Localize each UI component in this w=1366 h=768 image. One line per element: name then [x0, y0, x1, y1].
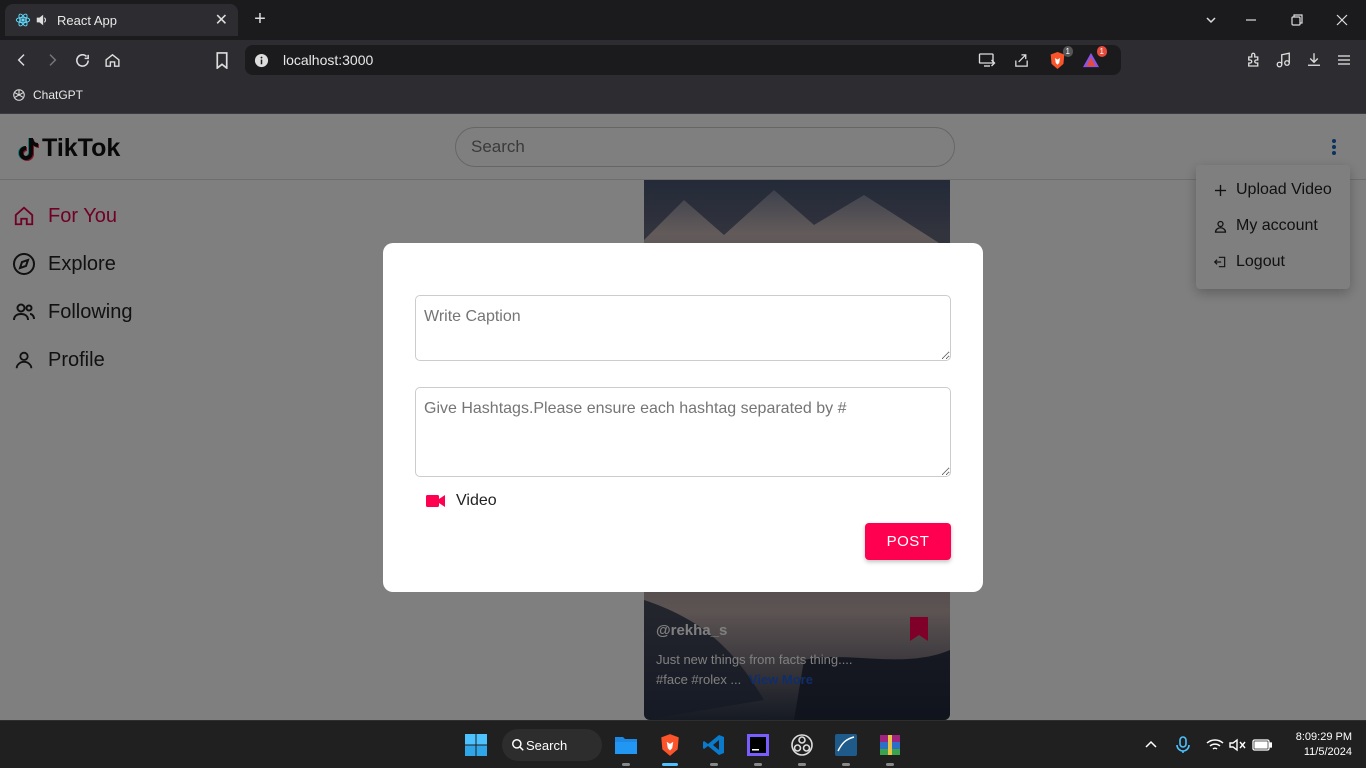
system-clock[interactable]: 8:09:29 PM 11/5/2024 — [1282, 730, 1352, 760]
home-icon[interactable] — [100, 48, 124, 72]
volume-muted-icon[interactable] — [1228, 735, 1248, 755]
file-explorer-icon[interactable] — [610, 729, 642, 766]
intellij-icon[interactable] — [742, 729, 774, 766]
vscode-icon[interactable] — [698, 729, 730, 766]
obs-icon[interactable] — [786, 729, 818, 766]
winrar-icon[interactable] — [874, 729, 906, 766]
browser-tabstrip: React App ✕ + — [0, 0, 1366, 40]
video-label: Video — [456, 492, 497, 509]
clock-time: 8:09:29 PM — [1295, 731, 1352, 743]
share-icon[interactable] — [1011, 50, 1031, 70]
bookmark-chatgpt[interactable]: ChatGPT — [12, 88, 83, 102]
wifi-icon[interactable] — [1205, 735, 1225, 755]
app: TikTok For You Explore Following — [0, 114, 1366, 720]
brave-browser-icon[interactable] — [654, 729, 686, 766]
taskbar-search[interactable]: Search — [502, 729, 602, 761]
hashtags-field[interactable] — [415, 387, 951, 477]
reload-icon[interactable] — [70, 48, 94, 72]
search-icon — [512, 739, 524, 751]
site-info-icon[interactable] — [253, 52, 269, 68]
close-tab-icon[interactable]: ✕ — [215, 10, 228, 30]
address-bar[interactable]: localhost:3000 1 1 — [245, 45, 1121, 75]
bookmark-label: ChatGPT — [33, 88, 84, 102]
cast-icon[interactable] — [977, 50, 997, 70]
new-tab-icon[interactable]: + — [250, 8, 270, 31]
taskbar-search-label: Search — [526, 737, 568, 753]
tab-search-icon[interactable] — [1191, 0, 1231, 40]
chatgpt-icon — [13, 89, 25, 101]
microphone-icon[interactable] — [1173, 735, 1193, 755]
menu-icon[interactable] — [1332, 48, 1356, 72]
upload-modal: Video POST — [383, 243, 983, 592]
taskbar: Search 8:09:29 PM 11/5/2024 — [0, 720, 1366, 768]
video-picker[interactable]: Video — [426, 492, 497, 510]
close-window-icon[interactable] — [1322, 0, 1362, 40]
tab-title: React App — [57, 12, 117, 28]
react-icon — [15, 12, 31, 28]
back-icon[interactable] — [10, 48, 34, 72]
bookmark-page-icon[interactable] — [210, 48, 234, 72]
browser-tab[interactable]: React App ✕ — [5, 4, 238, 36]
downloads-icon[interactable] — [1302, 48, 1326, 72]
brave-rewards-icon[interactable]: 1 — [1081, 46, 1107, 70]
restore-icon[interactable] — [1277, 0, 1317, 40]
caption-field[interactable] — [415, 295, 951, 361]
brave-shields-icon[interactable]: 1 — [1047, 46, 1073, 70]
mysql-workbench-icon[interactable] — [830, 729, 862, 766]
rewards-badge: 1 — [1096, 46, 1107, 57]
post-button[interactable]: POST — [865, 523, 951, 560]
url-text: localhost:3000 — [283, 52, 374, 68]
extensions-icon[interactable] — [1242, 48, 1266, 72]
minimize-icon[interactable] — [1231, 0, 1271, 40]
clock-date: 11/5/2024 — [1303, 746, 1352, 758]
forward-icon[interactable] — [40, 48, 64, 72]
bookmarks-bar: ChatGPT — [0, 80, 1366, 114]
shields-badge: 1 — [1062, 46, 1073, 57]
show-hidden-icons[interactable] — [1141, 735, 1161, 755]
media-icon[interactable] — [1272, 48, 1296, 72]
videocam-icon — [426, 495, 445, 507]
browser-right-toolbar — [1230, 40, 1366, 80]
windows-start-icon[interactable] — [460, 729, 492, 761]
speaker-icon[interactable] — [35, 12, 51, 28]
battery-icon[interactable] — [1252, 735, 1272, 755]
